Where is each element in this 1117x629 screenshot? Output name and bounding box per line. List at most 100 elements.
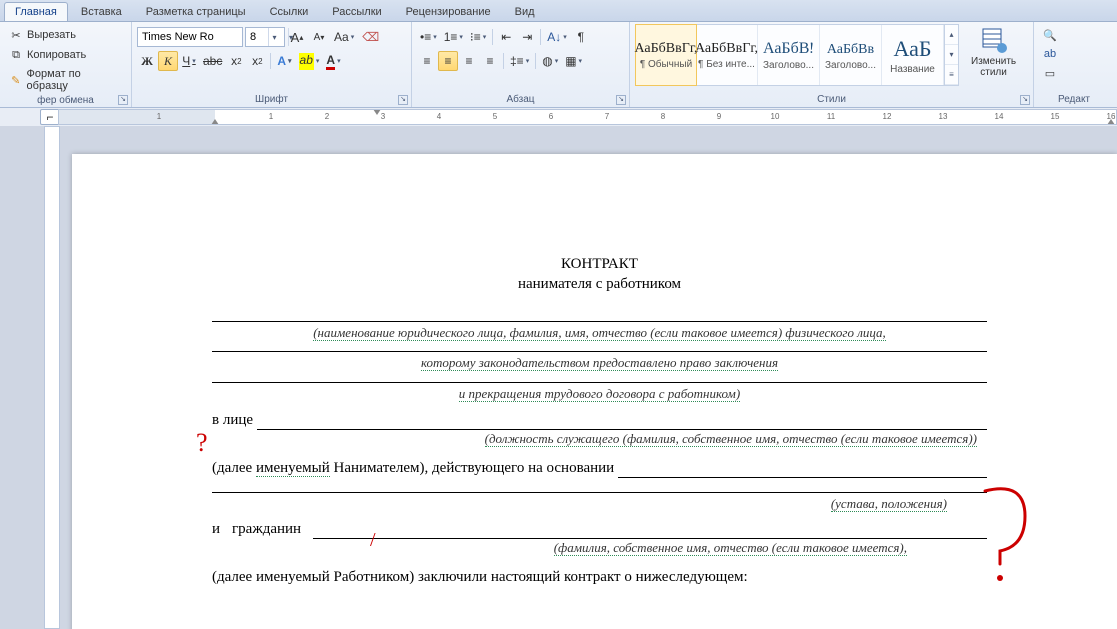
paragraph-dialog-launcher[interactable]: ↘	[616, 95, 626, 105]
document-area[interactable]: КОНТРАКТ нанимателя с работником (наимен…	[0, 126, 1117, 629]
highlight-button[interactable]: ab	[296, 51, 323, 71]
numbering-button[interactable]: 1≡	[441, 27, 466, 47]
group-clipboard-label: фер обмена	[5, 94, 126, 108]
font-size-combo[interactable]	[245, 27, 285, 47]
decrease-indent-button[interactable]: ⇤	[496, 27, 516, 47]
chevron-down-icon[interactable]	[268, 28, 280, 46]
sort-button[interactable]: A↓	[544, 27, 570, 47]
blank-line[interactable]	[618, 463, 987, 478]
vertical-ruler[interactable]	[44, 126, 60, 629]
horizontal-ruler[interactable]: 11234567891011121314151617	[58, 109, 1117, 125]
style-title[interactable]: АаБ Название	[882, 25, 944, 85]
cut-button[interactable]: ✂ Вырезать	[5, 26, 126, 44]
more-icon[interactable]: ≡	[945, 65, 958, 85]
grow-font-button[interactable]: A▴	[287, 27, 307, 47]
line-spacing-button[interactable]: ‡≡	[507, 51, 532, 71]
change-styles-label: Изменить стили	[971, 56, 1016, 78]
styles-gallery[interactable]: АаБбВвГг, ¶ Обычный АаБбВвГг, ¶ Без инте…	[635, 24, 959, 86]
shrink-font-button[interactable]: A▾	[309, 27, 329, 47]
style-label: Заголово...	[825, 60, 876, 71]
borders-button[interactable]: ▦	[562, 51, 585, 71]
copy-icon: ⧉	[9, 48, 23, 62]
strikethrough-button[interactable]: abc	[200, 51, 225, 71]
group-styles: АаБбВвГг, ¶ Обычный АаБбВвГг, ¶ Без инте…	[630, 22, 1034, 107]
clear-formatting-button[interactable]: ⌫	[359, 27, 382, 47]
tab-review[interactable]: Рецензирование	[395, 2, 502, 21]
doc-title: КОНТРАКТ	[212, 254, 987, 274]
tab-mailings[interactable]: Рассылки	[321, 2, 392, 21]
group-paragraph-label: Абзац	[417, 93, 624, 107]
tab-home[interactable]: Главная	[4, 2, 68, 21]
copy-label: Копировать	[27, 49, 86, 61]
gallery-scroll[interactable]: ▴ ▾ ≡	[944, 25, 958, 85]
justify-button[interactable]: ≡	[480, 51, 500, 71]
group-font-label: Шрифт	[137, 93, 406, 107]
cut-label: Вырезать	[27, 29, 76, 41]
change-styles-icon	[980, 26, 1008, 54]
tab-insert[interactable]: Вставка	[70, 2, 133, 21]
replace-icon: ab	[1043, 47, 1057, 61]
find-icon: 🔍	[1043, 28, 1057, 42]
align-center-button[interactable]: ≡	[438, 51, 458, 71]
text-effects-button[interactable]: A	[274, 51, 294, 71]
subscript-button[interactable]: x2	[226, 51, 246, 71]
multilevel-button[interactable]: ⁝≡	[467, 27, 489, 47]
ribbon: ✂ Вырезать ⧉ Копировать ✎ Формат по обра…	[0, 22, 1117, 108]
doc-in-person: в лице	[212, 410, 253, 430]
show-hide-marks-button[interactable]: ¶	[571, 27, 591, 47]
select-button[interactable]: ▭	[1039, 64, 1061, 82]
style-label: Заголово...	[763, 60, 814, 71]
bold-button[interactable]: Ж	[137, 51, 157, 71]
change-styles-button[interactable]: Изменить стили	[965, 24, 1022, 80]
tab-selector[interactable]: ⌐	[40, 109, 60, 125]
underline-button[interactable]: Ч	[179, 51, 199, 71]
style-heading2[interactable]: АаБбВв Заголово...	[820, 25, 882, 85]
doc-note-6: (фамилия, собственное имя, отчество (есл…	[212, 539, 987, 557]
font-size-input[interactable]	[246, 28, 268, 46]
tab-page-layout[interactable]: Разметка страницы	[135, 2, 257, 21]
shading-button[interactable]: ◍	[539, 51, 561, 71]
select-icon: ▭	[1043, 66, 1057, 80]
group-styles-label: Стили	[635, 93, 1028, 107]
font-color-button[interactable]: A	[323, 51, 343, 71]
chevron-up-icon[interactable]: ▴	[945, 25, 958, 45]
doc-note-4: (должность служащего (фамилия, собственн…	[212, 430, 987, 448]
change-case-button[interactable]: Aa	[331, 27, 357, 47]
style-heading1[interactable]: АаБбВ! Заголово...	[758, 25, 820, 85]
clipboard-dialog-launcher[interactable]: ↘	[118, 95, 128, 105]
doc-note-2: которому законодательством предоставлено…	[212, 354, 987, 372]
group-paragraph: •≡ 1≡ ⁝≡ ⇤ ⇥ A↓ ¶ ≡ ≡ ≡ ≡ ‡≡	[412, 22, 630, 107]
bullets-button[interactable]: •≡	[417, 27, 440, 47]
align-left-button[interactable]: ≡	[417, 51, 437, 71]
ruler-area: ⌐ 11234567891011121314151617	[0, 108, 1117, 126]
doc-last-line: (далее именуемый Работником) заключили н…	[212, 567, 987, 587]
tab-references[interactable]: Ссылки	[259, 2, 320, 21]
doc-note-5: (устава, положения)	[212, 495, 987, 513]
font-dialog-launcher[interactable]: ↘	[398, 95, 408, 105]
document-page[interactable]: КОНТРАКТ нанимателя с работником (наимен…	[72, 154, 1117, 627]
copy-button[interactable]: ⧉ Копировать	[5, 46, 126, 64]
font-name-combo[interactable]	[137, 27, 243, 47]
increase-indent-button[interactable]: ⇥	[517, 27, 537, 47]
doc-and: и	[212, 519, 220, 539]
find-button[interactable]: 🔍	[1039, 26, 1061, 44]
ribbon-tabbar: Главная Вставка Разметка страницы Ссылки…	[0, 0, 1117, 22]
style-no-spacing[interactable]: АаБбВвГг, ¶ Без инте...	[696, 25, 758, 85]
italic-button[interactable]: К	[158, 51, 178, 71]
blank-line[interactable]	[313, 524, 987, 539]
replace-button[interactable]: ab	[1039, 45, 1061, 63]
doc-note-3: и прекращения трудового договора с работ…	[212, 385, 987, 403]
doc-subtitle: нанимателя с работником	[212, 274, 987, 294]
styles-dialog-launcher[interactable]: ↘	[1020, 95, 1030, 105]
tab-view[interactable]: Вид	[504, 2, 546, 21]
blank-line[interactable]	[257, 415, 987, 430]
group-editing: 🔍 ab ▭ Редакт	[1034, 22, 1114, 107]
style-label: ¶ Обычный	[640, 59, 692, 70]
superscript-button[interactable]: x2	[247, 51, 267, 71]
chevron-down-icon[interactable]: ▾	[945, 45, 958, 65]
doc-citizen: гражданин	[232, 519, 301, 539]
scissors-icon: ✂	[9, 28, 23, 42]
format-painter-button[interactable]: ✎ Формат по образцу	[5, 66, 126, 94]
style-normal[interactable]: АаБбВвГг, ¶ Обычный	[635, 24, 697, 86]
align-right-button[interactable]: ≡	[459, 51, 479, 71]
